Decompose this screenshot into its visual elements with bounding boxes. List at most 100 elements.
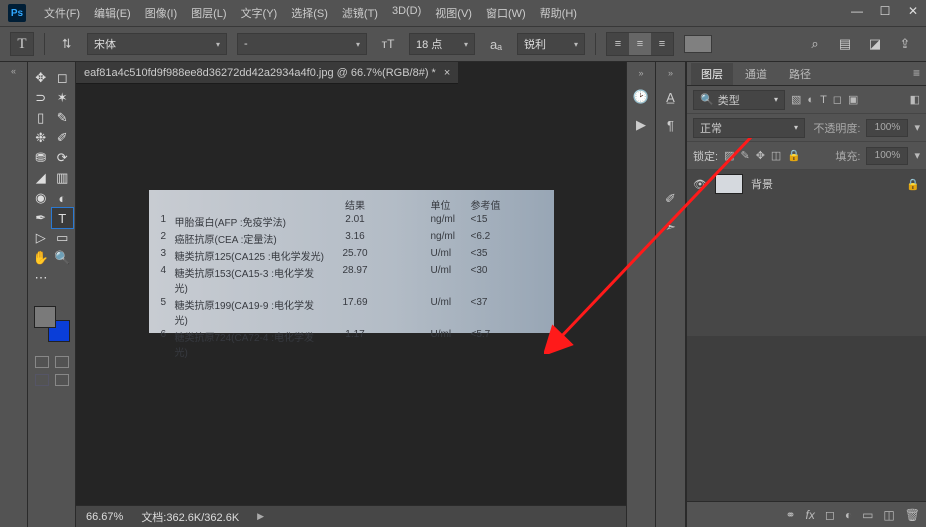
lock-all-icon[interactable]: 🔒 xyxy=(787,149,801,162)
menu-view[interactable]: 视图(V) xyxy=(429,1,478,25)
antialias-select[interactable]: 锐利▾ xyxy=(517,33,585,55)
filter-toggle[interactable]: ◧ xyxy=(910,93,920,106)
opacity-input[interactable]: 100% xyxy=(866,119,908,137)
lock-transparent-icon[interactable]: ▨ xyxy=(724,149,734,162)
layer-style-button[interactable]: fx xyxy=(806,508,815,522)
layer-mask-button[interactable]: ◻ xyxy=(825,508,835,522)
delete-layer-button[interactable]: 🗑 xyxy=(905,508,920,522)
lock-artboard-icon[interactable]: ◫ xyxy=(771,149,781,162)
close-tab-button[interactable]: × xyxy=(444,67,450,79)
new-layer-button[interactable]: ◫ xyxy=(883,508,894,522)
move-tool[interactable]: ✥ xyxy=(30,68,52,88)
menu-type[interactable]: 文字(Y) xyxy=(235,1,284,25)
filter-smart-icon[interactable]: ▣ xyxy=(848,93,858,106)
font-family-select[interactable]: 宋体▾ xyxy=(87,33,227,55)
fill-input[interactable]: 100% xyxy=(866,147,908,165)
filter-type-icon[interactable]: T xyxy=(820,94,827,106)
link-layers-button[interactable]: ⚭ xyxy=(785,508,795,522)
color-swatches[interactable] xyxy=(32,304,72,344)
tab-paths[interactable]: 路径 xyxy=(779,63,821,85)
hand-tool[interactable]: ✋ xyxy=(30,248,52,268)
marquee-tool[interactable]: ◻ xyxy=(52,68,74,88)
menu-window[interactable]: 窗口(W) xyxy=(480,1,532,25)
panel-menu-button[interactable]: ≡ xyxy=(913,66,920,80)
eyedropper-tool[interactable]: ✎ xyxy=(52,108,74,128)
filter-pixel-icon[interactable]: ▧ xyxy=(791,93,801,106)
menu-image[interactable]: 图像(I) xyxy=(139,1,183,25)
group-button[interactable]: ▭ xyxy=(862,508,873,522)
tab-channels[interactable]: 通道 xyxy=(735,63,777,85)
layer-name[interactable]: 背景 xyxy=(751,176,773,192)
character-icon[interactable]: A̲ xyxy=(662,88,680,106)
quickmask-button[interactable] xyxy=(35,356,49,368)
menu-filter[interactable]: 滤镜(T) xyxy=(336,1,384,25)
blend-mode-select[interactable]: 正常▾ xyxy=(693,118,805,138)
actions-icon[interactable]: ▶ xyxy=(632,116,650,134)
extra-button-2[interactable] xyxy=(55,374,69,386)
layer-thumb[interactable] xyxy=(715,174,743,194)
lock-image-icon[interactable]: ✎ xyxy=(740,149,749,162)
gradient-tool[interactable]: ▥ xyxy=(52,168,74,188)
collapse-strip-button[interactable]: « xyxy=(11,66,16,76)
layer-visibility-toggle[interactable]: 👁 xyxy=(693,178,707,191)
menu-layer[interactable]: 图层(L) xyxy=(185,1,232,25)
tool-preset-button[interactable]: T xyxy=(10,32,34,56)
canvas[interactable]: 检验项目 结果 单位 参考值 1甲胎蛋白(AFP :免疫学法)2.01ng/ml… xyxy=(76,84,626,505)
menu-select[interactable]: 选择(S) xyxy=(285,1,334,25)
menu-3d[interactable]: 3D(D) xyxy=(386,1,427,25)
align-right-button[interactable]: ≡ xyxy=(651,33,673,55)
stamp-tool[interactable]: ⛃ xyxy=(30,148,52,168)
close-button[interactable]: ✕ xyxy=(906,4,920,18)
menu-edit[interactable]: 编辑(E) xyxy=(88,1,137,25)
document-tab[interactable]: eaf81a4c510fd9f988ee8d36272dd42a2934a4f0… xyxy=(76,62,458,84)
adjustments-icon[interactable]: ➣ xyxy=(662,218,680,236)
filter-adjust-icon[interactable]: ◐ xyxy=(807,94,814,106)
pen-tool[interactable]: ✒ xyxy=(30,208,52,228)
lasso-tool[interactable]: ⊃ xyxy=(30,88,52,108)
crop-tool[interactable]: ▯ xyxy=(30,108,52,128)
history-icon[interactable]: 🕑 xyxy=(632,88,650,106)
expand-strip-button[interactable]: » xyxy=(668,68,673,78)
font-size-select[interactable]: 18 点▾ xyxy=(409,33,475,55)
align-left-button[interactable]: ≡ xyxy=(607,33,629,55)
share-button[interactable]: ⇪ xyxy=(894,33,916,55)
brush-tool[interactable]: ✐ xyxy=(52,128,74,148)
lock-position-icon[interactable]: ✥ xyxy=(756,149,765,162)
healing-tool[interactable]: ❉ xyxy=(30,128,52,148)
filter-shape-icon[interactable]: ◻ xyxy=(833,93,842,106)
maximize-button[interactable]: ☐ xyxy=(878,4,892,18)
font-style-select[interactable]: -▾ xyxy=(237,33,367,55)
warp-text-button[interactable]: ⌕ xyxy=(804,33,826,55)
filter-kind-select[interactable]: 🔍类型▾ xyxy=(693,90,785,110)
orientation-toggle[interactable]: ⮁ xyxy=(55,33,77,55)
text-color-swatch[interactable] xyxy=(684,35,712,53)
extra-button-1[interactable] xyxy=(35,374,49,386)
screenmode-button[interactable] xyxy=(55,356,69,368)
history-brush-tool[interactable]: ⟳ xyxy=(52,148,74,168)
status-zoom[interactable]: 66.67% xyxy=(86,511,123,523)
paragraph-icon[interactable]: ¶ xyxy=(662,116,680,134)
brush-panel-icon[interactable]: ✐ xyxy=(662,190,680,208)
dodge-tool[interactable]: ◐ xyxy=(52,188,74,208)
minimize-button[interactable]: — xyxy=(850,4,864,18)
blur-tool[interactable]: ◉ xyxy=(30,188,52,208)
shape-tool[interactable]: ▭ xyxy=(52,228,74,248)
layer-list[interactable]: 👁 背景 🔒 xyxy=(687,170,926,336)
menu-file[interactable]: 文件(F) xyxy=(38,1,86,25)
zoom-tool[interactable]: 🔍 xyxy=(52,248,74,268)
status-doc[interactable]: 文档:362.6K/362.6K xyxy=(141,509,239,525)
3d-button[interactable]: ◪ xyxy=(864,33,886,55)
eraser-tool[interactable]: ◢ xyxy=(30,168,52,188)
character-panel-button[interactable]: ▤ xyxy=(834,33,856,55)
path-select-tool[interactable]: ▷ xyxy=(30,228,52,248)
quick-select-tool[interactable]: ✶ xyxy=(52,88,74,108)
expand-strip-button[interactable]: » xyxy=(638,68,643,78)
tab-layers[interactable]: 图层 xyxy=(691,63,733,85)
layer-row[interactable]: 👁 背景 🔒 xyxy=(687,170,926,198)
type-tool[interactable]: T xyxy=(52,208,74,228)
adjustment-layer-button[interactable]: ◐ xyxy=(845,508,852,522)
layer-lock-icon[interactable]: 🔒 xyxy=(906,178,920,191)
more-tools[interactable]: ⋯ xyxy=(30,268,52,288)
align-center-button[interactable]: ≡ xyxy=(629,33,651,55)
menu-help[interactable]: 帮助(H) xyxy=(534,1,583,25)
